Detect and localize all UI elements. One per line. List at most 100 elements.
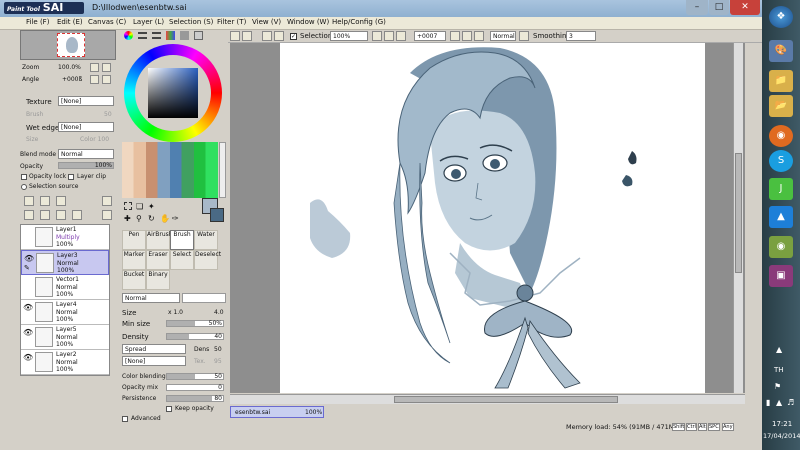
flip-horizontal-button[interactable] (519, 31, 529, 41)
magic-wand-icon[interactable]: ✦ (148, 202, 155, 211)
selection-source-checkbox[interactable] (21, 184, 27, 190)
rgb-slider-icon[interactable] (138, 32, 147, 39)
merge-down-icon[interactable] (56, 210, 66, 220)
image-viewer-icon[interactable]: ◉ (769, 236, 793, 258)
opacity-mix-slider[interactable]: 0 (166, 384, 224, 391)
tool-select[interactable]: Select (170, 250, 194, 270)
new-folder-icon[interactable] (56, 196, 66, 206)
swatch-scrollbar[interactable] (219, 142, 226, 198)
undo-button[interactable] (230, 31, 240, 41)
zoom-reset-button[interactable] (396, 31, 406, 41)
menu-edit[interactable]: Edit (E) (57, 18, 83, 26)
brush-mode-select[interactable]: Normal (122, 293, 180, 303)
density-slider[interactable]: 40 (166, 333, 224, 340)
layer-row-layer3[interactable]: 👁 ✎ Layer3 Normal 100% (21, 250, 109, 275)
advanced-checkbox[interactable] (122, 416, 128, 422)
scratchpad-icon[interactable] (194, 31, 203, 40)
tool-deselect[interactable]: Deselect (194, 250, 221, 270)
saturation-value-square[interactable] (148, 68, 198, 118)
secondary-color-box[interactable] (210, 208, 224, 222)
brush-shape-icons[interactable] (182, 293, 226, 303)
zoom-in-button[interactable] (102, 63, 111, 72)
rect-select-icon[interactable] (124, 202, 132, 210)
wetedge-select[interactable]: [None] (58, 122, 114, 132)
tray-expand-icon[interactable]: ▲ (776, 345, 782, 354)
vertical-scrollbar-thumb[interactable] (735, 153, 742, 273)
document-tab[interactable]: esenbtw.sai 100% (230, 406, 324, 418)
tool-brush[interactable]: Brush (170, 230, 194, 250)
layer-row-layer1[interactable]: Layer1 Multiply 100% (21, 225, 109, 250)
layer-row-layer5[interactable]: 👁 Layer5 Normal 100% (21, 325, 109, 350)
selection-checkbox[interactable]: ✓ (290, 33, 297, 40)
tray-volume-icon[interactable]: ♬ (787, 398, 794, 407)
menu-window[interactable]: Window (W) (287, 18, 329, 26)
horizontal-scrollbar-thumb[interactable] (394, 396, 618, 403)
jing-icon[interactable]: J (769, 178, 793, 200)
horizontal-scrollbar[interactable] (230, 394, 745, 404)
redo-button[interactable] (242, 31, 252, 41)
visibility-eye-icon[interactable]: 👁 (23, 303, 33, 312)
clock-date[interactable]: 17/04/2014 (763, 432, 800, 440)
color-wheel-icon[interactable] (124, 31, 133, 40)
stabilizer-mode-select[interactable]: Normal (490, 31, 516, 41)
tool-binary[interactable]: Binary (146, 270, 170, 290)
rotate-ccw-button[interactable] (450, 31, 460, 41)
skype-icon[interactable]: S (769, 150, 793, 172)
menu-filter[interactable]: Filter (T) (217, 18, 246, 26)
hsv-slider-icon[interactable] (152, 32, 161, 39)
start-orb-icon[interactable]: ❖ (769, 6, 793, 28)
copy-layer-icon[interactable] (24, 210, 34, 220)
invert-selection-button[interactable] (274, 31, 284, 41)
layer-row-vector1[interactable]: Vector1 Normal 100% (21, 275, 109, 300)
palette-icon[interactable] (166, 31, 175, 40)
angle-input[interactable]: +0007 (414, 31, 446, 41)
winrar-icon[interactable]: ▣ (769, 265, 793, 287)
zoom-out-button[interactable] (90, 63, 99, 72)
opacity-slider[interactable]: 100% (58, 162, 114, 169)
menu-canvas[interactable]: Canvas (C) (88, 18, 126, 26)
swatch-grid[interactable] (122, 142, 218, 198)
tool-eraser[interactable]: Eraser (146, 250, 170, 270)
close-button[interactable]: ✕ (730, 0, 760, 15)
hand-tool-icon[interactable]: ✋ (160, 214, 170, 223)
delete-layer-icon[interactable] (72, 210, 82, 220)
navigator-thumbnail[interactable] (20, 30, 116, 60)
rotate-reset-button[interactable] (474, 31, 484, 41)
rotate-right-button[interactable] (102, 75, 111, 84)
visibility-eye-icon[interactable]: 👁 (24, 254, 34, 263)
menu-layer[interactable]: Layer (L) (133, 18, 164, 26)
new-vector-layer-icon[interactable] (40, 196, 50, 206)
tool-airbrush[interactable]: AirBrush (146, 230, 173, 250)
layer-mask-icon[interactable] (102, 210, 112, 220)
zoom-tool-icon[interactable]: ⚲ (136, 214, 142, 223)
visibility-eye-icon[interactable]: 👁 (23, 328, 33, 337)
paint-app-icon[interactable]: 🎨 (769, 40, 793, 62)
spread-select[interactable]: Spread (122, 344, 186, 354)
maximize-button[interactable]: □ (709, 0, 729, 15)
tool-pen[interactable]: Pen (122, 230, 146, 250)
texture-select[interactable]: [None] (58, 96, 114, 106)
rotate-left-button[interactable] (90, 75, 99, 84)
vertical-scrollbar[interactable] (733, 43, 743, 393)
merge-layer-icon[interactable] (102, 196, 112, 206)
lasso-icon[interactable]: ❏ (136, 202, 143, 211)
clock-time[interactable]: 17:21 (772, 420, 792, 428)
transfer-layer-icon[interactable] (40, 210, 50, 220)
minsize-slider[interactable]: 50% (166, 320, 224, 327)
tray-signal-icon[interactable]: ▲ (776, 398, 782, 407)
tool-bucket[interactable]: Bucket (122, 270, 146, 290)
new-layer-icon[interactable] (24, 196, 34, 206)
tool-water[interactable]: Water (194, 230, 218, 250)
zoom-select[interactable]: 100% (330, 31, 368, 41)
persistence-slider[interactable]: 80 (166, 395, 224, 402)
color-blending-slider[interactable]: 50 (166, 373, 224, 380)
move-icon[interactable]: ✚ (124, 214, 131, 223)
navigator-viewport[interactable] (57, 33, 85, 57)
smoothing-select[interactable]: 3 (566, 31, 596, 41)
visibility-eye-icon[interactable]: 👁 (23, 353, 33, 362)
layer-clip-checkbox[interactable] (68, 174, 74, 180)
menu-file[interactable]: File (F) (26, 18, 49, 26)
twitter-icon[interactable]: ▲ (769, 206, 793, 228)
input-language[interactable]: TH (774, 366, 784, 374)
eyedropper-icon[interactable]: ✑ (172, 214, 179, 223)
